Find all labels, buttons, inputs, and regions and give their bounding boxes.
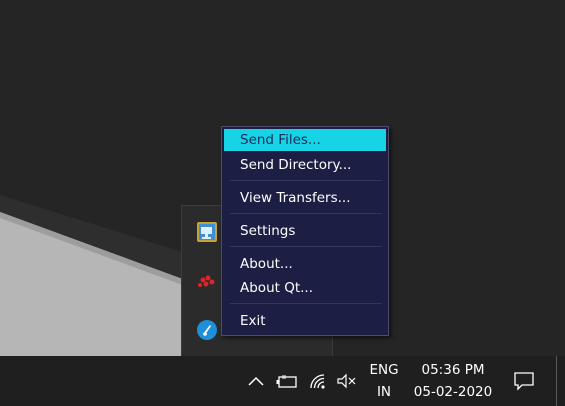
menu-item-send-directory[interactable]: Send Directory... xyxy=(224,154,386,176)
show-desktop-divider[interactable] xyxy=(556,356,557,406)
language-code[interactable]: ENG xyxy=(366,362,402,378)
monitor-app-icon[interactable] xyxy=(195,220,219,244)
menu-separator xyxy=(230,180,382,181)
chevron-up-icon[interactable] xyxy=(244,356,268,406)
taskbar: ENG IN 05:36 PM 05-02-2020 xyxy=(0,356,565,406)
blue-circle-app-icon[interactable] xyxy=(195,318,219,342)
menu-separator xyxy=(230,303,382,304)
menu-item-about-qt[interactable]: About Qt... xyxy=(224,277,386,299)
tray-context-menu: Send Files... Send Directory... View Tra… xyxy=(221,126,389,336)
menu-separator xyxy=(230,213,382,214)
wifi-icon[interactable] xyxy=(306,356,330,406)
menu-item-settings[interactable]: Settings xyxy=(224,220,386,242)
language-region[interactable]: IN xyxy=(366,384,402,400)
menu-item-exit[interactable]: Exit xyxy=(224,310,386,332)
action-center-icon[interactable] xyxy=(510,356,538,406)
menu-item-send-files[interactable]: Send Files... xyxy=(224,129,386,151)
menu-item-view-transfers[interactable]: View Transfers... xyxy=(224,187,386,209)
speaker-muted-icon[interactable] xyxy=(334,356,360,406)
red-dots-app-icon[interactable] xyxy=(195,270,219,294)
clock-time[interactable]: 05:36 PM xyxy=(410,362,496,378)
battery-icon[interactable] xyxy=(274,356,300,406)
menu-separator xyxy=(230,246,382,247)
clock-date[interactable]: 05-02-2020 xyxy=(410,384,496,400)
menu-item-about[interactable]: About... xyxy=(224,253,386,275)
